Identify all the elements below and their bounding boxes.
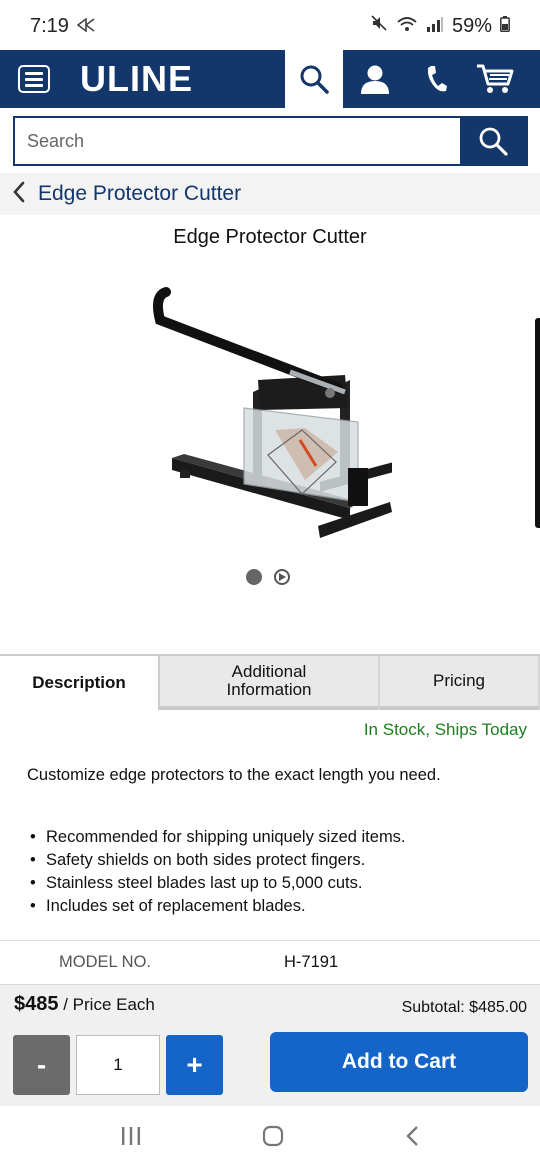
scroll-edge — [535, 318, 540, 528]
back-icon[interactable] — [404, 1125, 420, 1152]
price-value: $485 — [14, 993, 59, 1015]
price: $485 / Price Each — [14, 993, 155, 1016]
wifi-icon — [396, 15, 418, 38]
status-bar: 7:19 59% — [0, 0, 540, 52]
home-icon[interactable] — [262, 1125, 284, 1152]
account-icon[interactable] — [346, 50, 404, 108]
quantity-increase-button[interactable]: + — [166, 1035, 223, 1095]
tab-description[interactable]: Description — [0, 656, 160, 710]
model-value: H-7191 — [284, 953, 339, 971]
list-item: Includes set of replacement blades. — [30, 895, 530, 918]
quantity-decrease-button[interactable]: - — [13, 1035, 70, 1095]
video-play-icon[interactable] — [274, 569, 290, 585]
model-row: MODEL NO. H-7191 — [0, 940, 540, 984]
site-header: ULINE — [0, 50, 540, 108]
breadcrumb-link[interactable]: Edge Protector Cutter — [38, 182, 241, 206]
status-right: 59% — [370, 14, 510, 38]
image-dot-active[interactable] — [246, 569, 262, 585]
image-pagination — [246, 569, 290, 585]
search-bar — [13, 116, 528, 166]
system-nav-bar — [0, 1106, 540, 1170]
search-icon — [479, 127, 508, 156]
chevron-left-icon[interactable] — [12, 181, 26, 208]
phone-icon[interactable] — [406, 50, 464, 108]
tab-additional-information[interactable]: Additional Information — [160, 656, 380, 710]
list-item: Safety shields on both sides protect fin… — [30, 849, 530, 872]
search-button[interactable] — [460, 118, 526, 164]
status-time: 7:19 — [30, 14, 69, 37]
mute-icon — [370, 14, 388, 38]
product-tabs: Description Additional Information Prici… — [0, 654, 540, 710]
product-description: Customize edge protectors to the exact l… — [27, 766, 441, 784]
product-image[interactable] — [140, 280, 400, 550]
price-note: / Price Each — [58, 995, 155, 1014]
status-left: 7:19 — [30, 15, 95, 38]
breadcrumb[interactable]: Edge Protector Cutter — [0, 173, 540, 215]
recent-apps-icon[interactable] — [120, 1126, 142, 1151]
signal-icon — [426, 15, 444, 38]
stock-status: In Stock, Ships Today — [363, 720, 527, 739]
cart-icon[interactable] — [466, 50, 524, 108]
feature-list: Recommended for shipping uniquely sized … — [30, 826, 530, 918]
model-label: MODEL NO. — [59, 953, 151, 971]
menu-icon[interactable] — [18, 65, 50, 93]
search-icon[interactable] — [285, 50, 343, 108]
tab-pricing[interactable]: Pricing — [380, 656, 540, 710]
cart-panel: $485 / Price Each Subtotal: $485.00 - + … — [0, 984, 540, 1106]
list-item: Stainless steel blades last up to 5,000 … — [30, 872, 530, 895]
uline-logo[interactable]: ULINE — [80, 58, 193, 100]
add-to-cart-button[interactable]: Add to Cart — [270, 1032, 528, 1092]
search-input[interactable] — [15, 118, 460, 164]
battery-text: 59% — [451, 14, 492, 37]
product-title: Edge Protector Cutter — [173, 226, 367, 248]
list-item: Recommended for shipping uniquely sized … — [30, 826, 530, 849]
notification-icon — [76, 15, 95, 38]
quantity-input[interactable] — [76, 1035, 160, 1095]
battery-icon — [500, 15, 510, 38]
subtotal: Subtotal: $485.00 — [401, 999, 527, 1016]
